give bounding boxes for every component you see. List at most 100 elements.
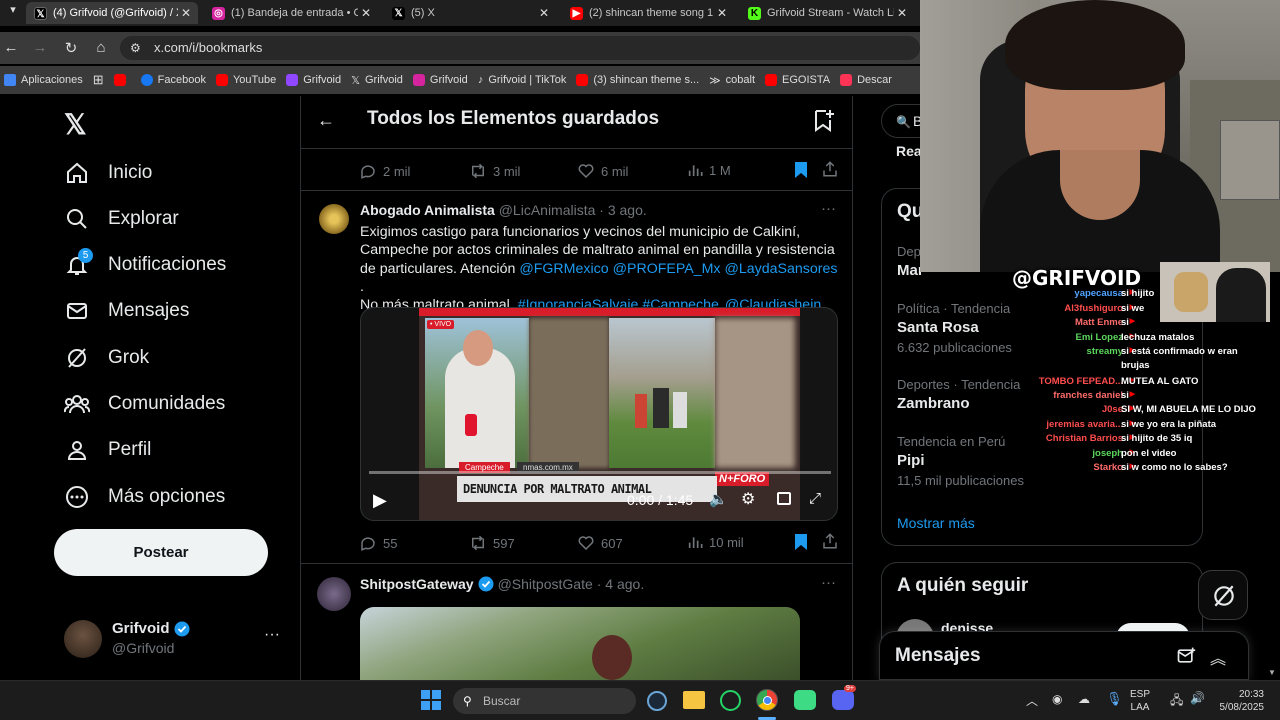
whatsapp-icon[interactable] — [720, 690, 741, 711]
microphone-icon[interactable]: 🎙 — [1106, 691, 1123, 707]
bookmark-cobalt[interactable]: ≫ cobalt — [709, 74, 755, 87]
more-options-icon[interactable]: ··· — [264, 626, 280, 644]
bookmark-shincan[interactable]: (3) shincan theme s... — [576, 74, 699, 86]
bookmark-facebook[interactable]: Facebook — [140, 74, 206, 86]
tweet-handle[interactable]: @LicAnimalista — [499, 202, 596, 218]
reply-button[interactable]: 55 — [359, 534, 397, 552]
site-settings-icon[interactable]: ⚙ — [130, 36, 141, 60]
browser-tab-2[interactable]: ◎ (1) Bandeja de entrada • C ✕ — [204, 2, 378, 24]
steam-icon[interactable] — [647, 691, 667, 711]
bookmark-instagram[interactable]: Grifvoid — [412, 74, 468, 86]
sidebar-item-perfil[interactable]: Perfil — [64, 437, 151, 463]
views-button[interactable]: 10 mil — [687, 534, 744, 550]
reply-button[interactable]: 2 mil — [359, 162, 410, 180]
windows-start-icon[interactable] — [421, 690, 441, 710]
bookmark-youtube-1[interactable] — [113, 74, 131, 86]
trend-name[interactable]: Zambrano — [897, 395, 970, 412]
browser-tab-5[interactable]: K Grifvoid Stream - Watch Li ✕ — [740, 2, 914, 24]
account-switcher[interactable]: Grifvoid @Grifvoid ··· — [64, 620, 304, 660]
share-icon[interactable] — [821, 532, 839, 555]
browser-tab-4[interactable]: ▶ (2) shincan theme song 1 ✕ — [562, 2, 734, 24]
volume-tray-icon[interactable]: 🔊 — [1190, 691, 1205, 705]
sidebar-item-notificaciones[interactable]: 5 Notificaciones — [64, 248, 226, 278]
back-icon[interactable]: ← — [2, 39, 20, 56]
close-tab-icon[interactable]: ✕ — [714, 6, 730, 20]
share-icon[interactable] — [821, 160, 839, 183]
bookmark-filled-icon[interactable] — [794, 161, 808, 184]
url-field[interactable]: ⚙ x.com/i/bookmarks — [120, 36, 920, 60]
tweet-more-icon[interactable]: ··· — [821, 200, 836, 217]
video-player[interactable]: • VIVO Campeche nmas.com.mx N+FORO DENUN… — [360, 307, 838, 521]
onedrive-icon[interactable]: ☁ — [1078, 692, 1090, 706]
like-button[interactable]: 607 — [577, 534, 623, 552]
forward-icon[interactable]: → — [31, 39, 49, 56]
messages-drawer[interactable]: Mensajes ︽ — [879, 631, 1249, 680]
post-button[interactable]: Postear — [54, 529, 268, 576]
settings-gear-icon[interactable]: ⚙ — [741, 489, 755, 509]
bookmark-tiktok[interactable]: ♪ Grifvoid | TikTok — [478, 74, 567, 86]
android-studio-icon[interactable] — [794, 690, 816, 710]
browser-tab-3[interactable]: 𝕏 (5) X ✕ — [384, 2, 556, 24]
discord-tray-icon[interactable]: ◉ — [1052, 692, 1062, 706]
repost-button[interactable]: 597 — [469, 534, 515, 552]
taskbar-search-input[interactable]: ⚲ Buscar — [453, 688, 636, 714]
sidebar-item-explorar[interactable]: Explorar — [64, 206, 179, 232]
tweet-more-icon[interactable]: ··· — [821, 574, 836, 591]
mention-link[interactable]: @LaydaSansores — [724, 261, 837, 277]
language-indicator[interactable]: ESP LAA — [1130, 688, 1150, 714]
clock[interactable]: 20:33 5/08/2025 — [1214, 688, 1265, 714]
reload-icon[interactable]: ↻ — [62, 39, 80, 57]
x-logo-icon[interactable]: 𝕏 — [64, 108, 87, 141]
repost-button[interactable]: 3 mil — [469, 162, 520, 180]
bookmark-descargas[interactable]: Descar — [840, 74, 892, 86]
scrollbar-arrow-icon[interactable]: ▼ — [1268, 668, 1278, 678]
tweet-handle[interactable]: @ShitpostGate — [498, 576, 593, 592]
close-tab-icon[interactable]: ✕ — [178, 6, 194, 20]
grok-float-button[interactable] — [1198, 570, 1248, 620]
sidebar-item-inicio[interactable]: Inicio — [64, 160, 152, 186]
show-hidden-icons-icon[interactable]: ︿ — [1026, 692, 1038, 709]
sidebar-item-mas-opciones[interactable]: Más opciones — [64, 484, 225, 510]
bookmark-x[interactable]: 𝕏 Grifvoid — [351, 74, 403, 87]
bookmark-youtube[interactable]: YouTube — [215, 74, 276, 86]
tweet-media-image[interactable] — [360, 607, 800, 680]
tab-list-chevron-icon[interactable]: ▾ — [4, 3, 22, 16]
bookmark-apps-grid[interactable]: ⊞ — [93, 72, 104, 88]
tweet-date[interactable]: · 3 ago. — [599, 202, 646, 218]
browser-tab-1[interactable]: 𝕏 (4) Grifvoid (@Grifvoid) / X ✕ — [26, 2, 198, 24]
back-arrow-icon[interactable]: ← — [317, 110, 335, 131]
close-tab-icon[interactable]: ✕ — [894, 6, 910, 20]
pip-icon[interactable] — [777, 492, 791, 505]
network-icon[interactable]: 🖧 — [1170, 691, 1183, 712]
fullscreen-icon[interactable]: ⤢ — [809, 490, 821, 507]
views-button[interactable]: 1 M — [687, 162, 731, 178]
new-message-icon[interactable] — [1176, 646, 1196, 671]
mention-link[interactable]: @PROFEPA_Mx — [613, 261, 721, 277]
like-button[interactable]: 6 mil — [577, 162, 628, 180]
bookmark-twitch[interactable]: Grifvoid — [286, 74, 341, 86]
discord-icon[interactable] — [832, 690, 854, 710]
avatar[interactable] — [319, 204, 349, 234]
close-tab-icon[interactable]: ✕ — [358, 6, 374, 20]
tweet-date[interactable]: · 4 ago. — [597, 576, 644, 592]
home-button-icon[interactable]: ⌂ — [92, 39, 110, 56]
sidebar-item-comunidades[interactable]: Comunidades — [64, 391, 225, 417]
bookmark-apps[interactable]: Aplicaciones — [4, 74, 83, 86]
play-icon[interactable]: ▶ — [373, 490, 387, 511]
bookmark-egoista[interactable]: EGOISTA — [765, 74, 830, 86]
add-bookmark-folder-icon[interactable] — [813, 108, 835, 137]
mention-link[interactable]: @FGRMexico — [519, 261, 608, 277]
tweet-author[interactable]: Abogado Animalista — [360, 202, 495, 218]
sidebar-item-grok[interactable]: Grok — [64, 345, 149, 371]
trend-name[interactable]: Pipi — [897, 452, 925, 469]
trend-name[interactable]: Santa Rosa — [897, 319, 979, 336]
tweet-author[interactable]: ShitpostGateway — [360, 576, 474, 592]
show-more-link[interactable]: Mostrar más — [897, 515, 975, 531]
sidebar-item-mensajes[interactable]: Mensajes — [64, 298, 189, 324]
volume-icon[interactable]: 🔈 — [709, 490, 728, 508]
chrome-icon[interactable] — [756, 689, 778, 711]
avatar[interactable] — [317, 577, 351, 611]
file-explorer-icon[interactable] — [683, 691, 705, 709]
video-progress-bar[interactable] — [369, 471, 831, 474]
bookmark-filled-icon[interactable] — [794, 533, 808, 556]
